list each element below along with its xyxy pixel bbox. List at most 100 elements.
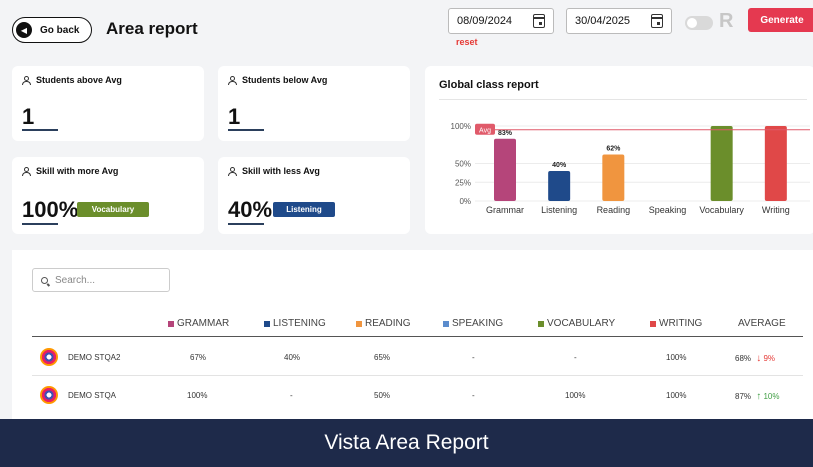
date-to-field[interactable]: 30/04/2025 xyxy=(566,8,672,34)
bar-value-label: 40% xyxy=(552,162,567,169)
stat-card-below-avg: Students below Avg 1 xyxy=(218,66,410,141)
global-class-report-card: Global class report 0% 25% 50% 100% 83% Gramm… xyxy=(425,66,813,234)
column-header-listening[interactable]: LISTENING xyxy=(264,318,326,329)
column-header-speaking[interactable]: SPEAKING xyxy=(443,318,503,329)
skill-badge: Listening xyxy=(273,202,335,217)
column-header-vocabulary[interactable]: VOCABULARY xyxy=(538,318,615,329)
cell-grammar: 100% xyxy=(187,391,208,400)
vocabulary-swatch xyxy=(538,320,544,327)
bar-listening[interactable] xyxy=(548,171,571,201)
cell-writing: 100% xyxy=(666,353,687,362)
column-header-reading[interactable]: READING xyxy=(356,318,411,329)
column-header-grammar[interactable]: GRAMMAR xyxy=(168,318,229,329)
speaking-swatch xyxy=(443,320,449,327)
average-value: 68% xyxy=(735,354,752,363)
avatar xyxy=(40,386,58,404)
skill-badge: Vocabulary xyxy=(77,202,149,217)
go-back-label: Go back xyxy=(40,24,80,36)
x-tick-label: Listening xyxy=(541,205,577,215)
reset-link[interactable]: reset xyxy=(456,37,478,47)
user-icon xyxy=(22,75,31,85)
user-icon xyxy=(228,75,237,85)
stat-label: Students above Avg xyxy=(36,75,122,85)
cell-writing: 100% xyxy=(666,391,687,400)
listening-swatch xyxy=(264,320,270,327)
caption-banner: Vista Area Report xyxy=(0,419,813,467)
column-header-average[interactable]: AVERAGE xyxy=(738,318,786,329)
cell-speaking: - xyxy=(472,391,475,400)
bar-value-label: 83% xyxy=(498,130,513,137)
bar-reading[interactable] xyxy=(602,154,625,202)
y-tick-label: 50% xyxy=(455,160,471,169)
date-to-value: 30/04/2025 xyxy=(575,15,631,27)
x-tick-label: Grammar xyxy=(486,205,524,215)
cell-vocabulary: 100% xyxy=(565,391,586,400)
bar-grammar[interactable] xyxy=(494,138,516,201)
stat-underline xyxy=(228,129,264,131)
trend-value: 10% xyxy=(763,392,780,401)
cell-reading: 50% xyxy=(374,391,391,400)
stat-underline xyxy=(228,223,264,225)
average-value: 87% xyxy=(735,392,752,401)
search-placeholder: Search... xyxy=(55,274,96,286)
date-from-field[interactable]: 08/09/2024 xyxy=(448,8,554,34)
stat-label: Skill with more Avg xyxy=(36,166,119,176)
x-tick-label: Writing xyxy=(762,205,790,215)
grammar-swatch xyxy=(168,320,174,327)
writing-swatch xyxy=(650,320,656,327)
back-arrow-icon: ◀ xyxy=(16,22,32,38)
mode-toggle[interactable] xyxy=(685,16,713,30)
bar-value-label: 62% xyxy=(606,146,621,153)
search-icon xyxy=(41,276,48,284)
x-tick-label: Reading xyxy=(597,205,631,215)
arrow-up-icon: ↑ xyxy=(756,391,762,402)
user-icon xyxy=(228,166,237,176)
calendar-icon[interactable] xyxy=(533,14,545,28)
cell-grammar: 67% xyxy=(190,353,207,362)
cell-average: 87% ↑ 10% xyxy=(735,391,780,402)
bar-vocabulary[interactable] xyxy=(710,126,733,201)
r-logo-icon: R xyxy=(719,10,734,32)
x-tick-label: Vocabulary xyxy=(699,205,744,215)
avg-label: Avg xyxy=(479,127,491,134)
date-from-value: 08/09/2024 xyxy=(457,15,513,27)
search-input[interactable]: Search... xyxy=(32,268,170,292)
stat-value: 1 xyxy=(22,104,35,129)
generate-button[interactable]: Generate xyxy=(748,8,813,32)
stat-value: 100% xyxy=(22,197,79,222)
cell-reading: 65% xyxy=(374,353,391,362)
cell-vocabulary: - xyxy=(574,353,577,362)
cell-listening: 40% xyxy=(284,353,301,362)
cell-listening: - xyxy=(290,391,293,400)
cell-speaking: - xyxy=(472,353,475,362)
students-table-card: Search... GRAMMAR LISTENING READING SPEA… xyxy=(12,250,813,420)
stat-label: Students below Avg xyxy=(242,75,328,85)
column-header-writing[interactable]: WRITING xyxy=(650,318,702,329)
stat-card-above-avg: Students above Avg 1 xyxy=(12,66,204,141)
header-bar: ◀ Go back Area report 08/09/2024 30/04/2… xyxy=(0,0,813,60)
stat-underline xyxy=(22,223,58,225)
go-back-button[interactable]: ◀ Go back xyxy=(12,17,92,43)
x-tick-label: Speaking xyxy=(649,205,687,215)
y-tick-label: 0% xyxy=(459,197,471,206)
stat-label: Skill with less Avg xyxy=(242,166,320,176)
student-name: DEMO STQA2 xyxy=(68,353,121,362)
reading-swatch xyxy=(356,320,362,327)
page-title: Area report xyxy=(106,19,198,38)
y-tick-label: 100% xyxy=(451,122,471,131)
bar-chart: 0% 25% 50% 100% 83% Grammar 40% Listening 62% Rea… xyxy=(451,122,810,215)
trend-value: 9% xyxy=(763,354,776,363)
stat-value: 1 xyxy=(228,104,241,129)
arrow-down-icon: ↓ xyxy=(756,353,762,364)
stat-card-less-avg: Skill with less Avg 40% Listening xyxy=(218,157,410,234)
avatar xyxy=(40,348,58,366)
stat-value: 40% xyxy=(228,197,273,222)
calendar-icon[interactable] xyxy=(651,14,663,28)
header-divider xyxy=(32,336,803,337)
stat-underline xyxy=(22,129,58,131)
student-name: DEMO STQA xyxy=(68,391,117,400)
cell-average: 68% ↓ 9% xyxy=(735,353,775,364)
row-divider xyxy=(32,375,803,376)
user-icon xyxy=(22,166,31,176)
bar-writing[interactable] xyxy=(764,126,787,201)
